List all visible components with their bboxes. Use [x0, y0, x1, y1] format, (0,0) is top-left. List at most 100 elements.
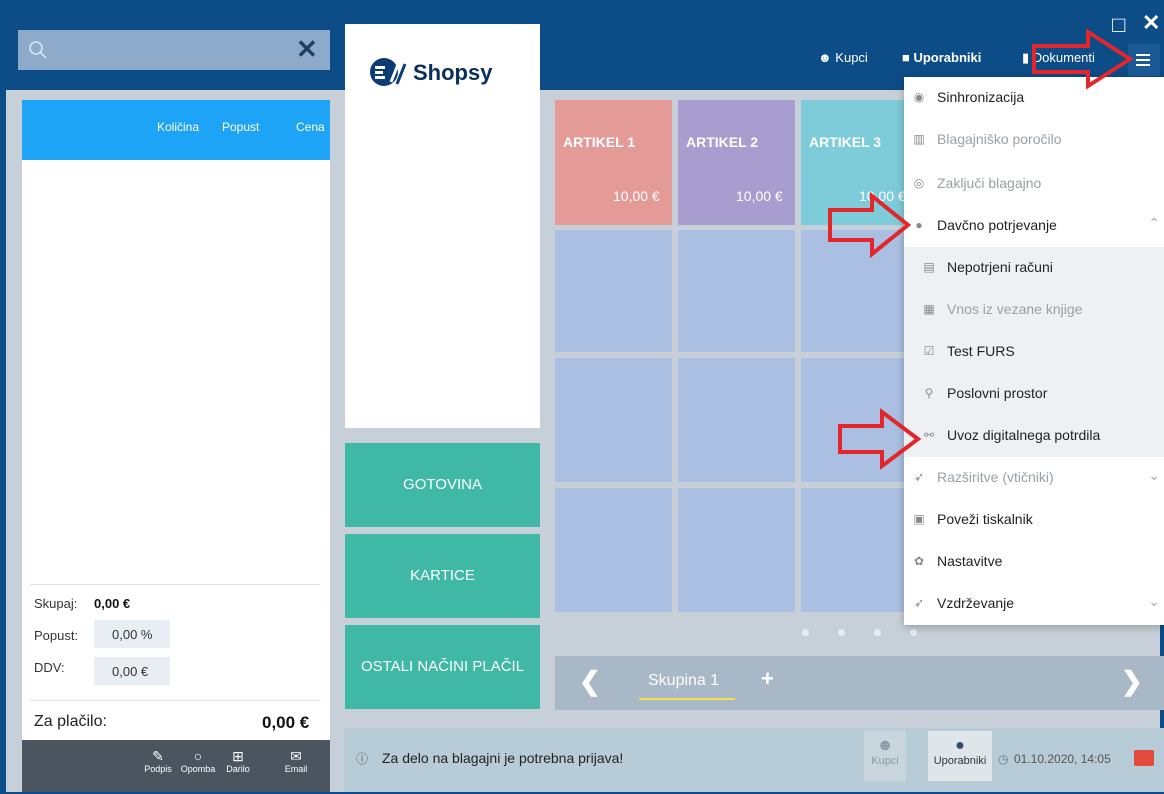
customers-nav[interactable]: ☻ Kupci — [818, 50, 868, 65]
chevron-right-icon[interactable]: ❯ — [1121, 666, 1143, 697]
page-dot[interactable] — [802, 629, 809, 636]
annotation-arrow — [838, 408, 922, 470]
article-name: ARTIKEL 2 — [686, 134, 759, 150]
menu-item-label: Zaključi blagajno — [937, 175, 1042, 191]
clock-icon: ◷ — [998, 752, 1009, 766]
column-quantity: Količina — [157, 120, 200, 134]
users-nav-label: Uporabniki — [913, 50, 982, 65]
close-icon[interactable]: ✕ — [1142, 12, 1160, 34]
note-button[interactable]: ○ Opomba — [178, 748, 218, 774]
cash-button[interactable]: GOTOVINA — [345, 443, 540, 527]
menu-item-settings[interactable]: ✿ Nastavitve — [904, 541, 1164, 583]
page-dot[interactable] — [910, 629, 917, 636]
shopsy-logo-icon — [370, 58, 407, 86]
comment-icon: ○ — [193, 748, 203, 764]
signature-button[interactable]: ✎ Podpis — [138, 748, 178, 774]
add-group-button[interactable]: + — [761, 666, 774, 692]
customers-label: Kupci — [871, 755, 899, 767]
location-pin-icon: ⚲ — [924, 386, 934, 400]
invoice-icon: ▤ — [923, 260, 935, 274]
page-dot[interactable] — [874, 629, 881, 636]
discount-label: Popust: — [34, 628, 79, 643]
note-label: Opomba — [180, 764, 216, 774]
user-icon: ■ — [902, 50, 914, 65]
users-button[interactable]: ● Uporabniki — [928, 731, 992, 781]
empty-tile[interactable] — [678, 230, 795, 352]
cart-panel — [22, 100, 330, 740]
status-message: Za delo na blagajni je potrebna prijava! — [382, 750, 624, 766]
menu-item-import-certificate[interactable]: ⚯ Uvoz digitalnega potrdila — [904, 415, 1164, 457]
email-label: Email — [284, 764, 308, 774]
group-navigation: ❮ Skupina 1 + ❯ — [555, 656, 1164, 710]
datetime: 01.10.2020, 14:05 — [1014, 752, 1111, 766]
vat-value: 0,00 € — [94, 657, 170, 685]
search-input[interactable]: ✕ — [18, 30, 330, 70]
cart-actions-bar: ✎ Podpis ○ Opomba ⊞ Darilo ✉ Email — [22, 740, 330, 792]
chevron-left-icon[interactable]: ❮ — [579, 666, 601, 697]
gear-icon: ✿ — [913, 554, 925, 568]
column-discount: Popust — [222, 120, 260, 134]
menu-item-close-register[interactable]: ◎ Zaključi blagajno — [904, 163, 1164, 205]
pencil-icon: ✎ — [152, 748, 164, 764]
envelope-icon: ✉ — [290, 748, 302, 764]
user-icon: ● — [955, 737, 965, 754]
users-nav[interactable]: ■ Uporabniki — [902, 50, 981, 65]
menu-item-label: Test FURS — [947, 343, 1015, 359]
menu-item-fiscal-verification[interactable]: ● Davčno potrjevanje ⌃ — [904, 205, 1164, 247]
empty-tile[interactable] — [678, 358, 795, 482]
menu-item-bound-book-entry[interactable]: ▦ Vnos iz vezane knjige — [904, 289, 1164, 331]
article-tile[interactable]: ARTIKEL 1 10,00 € — [555, 100, 672, 225]
users-label: Uporabniki — [933, 755, 987, 767]
brand-logo-panel: Shopsy — [345, 24, 540, 428]
other-payments-button[interactable]: OSTALI NAČINI PLAČIL — [345, 625, 540, 709]
menu-item-unverified-invoices[interactable]: ▤ Nepotrjeni računi — [904, 247, 1164, 289]
menu-item-extensions[interactable]: ➶ Razširitve (vtičniki) ⌄ — [904, 457, 1164, 499]
subtotal-value: 0,00 € — [94, 596, 131, 611]
empty-tile[interactable] — [801, 488, 918, 612]
menu-item-label: Poveži tiskalnik — [937, 511, 1033, 527]
clear-search-icon[interactable]: ✕ — [296, 36, 318, 62]
chevron-down-icon: ⌄ — [1148, 593, 1160, 609]
customers-icon: ☻ — [818, 50, 836, 65]
alert-icon[interactable] — [1134, 750, 1154, 766]
annotation-arrow — [1032, 28, 1134, 90]
subtotal-label: Skupaj: — [34, 596, 78, 611]
menu-item-test-furs[interactable]: ☑ Test FURS — [904, 331, 1164, 373]
menu-item-cash-report[interactable]: ▥ Blagajniško poročilo — [904, 119, 1164, 161]
article-name: ARTIKEL 1 — [563, 134, 636, 150]
email-button[interactable]: ✉ Email — [276, 748, 316, 774]
menu-item-maintenance[interactable]: ➶ Vzdrževanje ⌄ — [904, 583, 1164, 625]
close-register-icon: ◎ — [913, 176, 925, 190]
info-icon: ⓘ — [356, 752, 369, 766]
annotation-arrow — [828, 192, 912, 258]
divider — [30, 700, 320, 701]
article-price: 10,00 € — [736, 188, 783, 204]
menu-item-business-premises[interactable]: ⚲ Poslovni prostor — [904, 373, 1164, 415]
printer-icon: ▣ — [913, 512, 925, 526]
menu-item-label: Nepotrjeni računi — [947, 259, 1053, 275]
menu-item-connect-printer[interactable]: ▣ Poveži tiskalnik — [904, 499, 1164, 541]
gift-button[interactable]: ⊞ Darilo — [218, 748, 258, 774]
article-tile[interactable]: ARTIKEL 2 10,00 € — [678, 100, 795, 225]
page-dot[interactable] — [838, 629, 845, 636]
discount-field[interactable]: 0,00 % — [94, 620, 170, 648]
empty-tile[interactable] — [678, 488, 795, 612]
article-name: ARTIKEL 3 — [809, 134, 882, 150]
chevron-up-icon: ⌃ — [1148, 215, 1160, 231]
column-price: Cena — [296, 120, 325, 134]
cards-button[interactable]: KARTICE — [345, 534, 540, 618]
search-icon — [29, 41, 47, 59]
certificate-icon: ⚯ — [923, 428, 935, 442]
group-tab[interactable]: Skupina 1 — [648, 672, 719, 690]
active-tab-underline — [639, 698, 735, 700]
menu-item-label: Uvoz digitalnega potrdila — [947, 427, 1101, 443]
customers-button[interactable]: ☻ Kupci — [864, 731, 906, 781]
plugin-icon: ➶ — [913, 470, 925, 484]
customers-icon: ☻ — [876, 737, 894, 754]
gift-label: Darilo — [226, 764, 250, 774]
divider — [30, 584, 320, 585]
empty-tile[interactable] — [555, 488, 672, 612]
empty-tile[interactable] — [555, 230, 672, 352]
main-menu: ◉ Sinhronizacija ▥ Blagajniško poročilo ◎ Z… — [904, 77, 1164, 625]
empty-tile[interactable] — [555, 358, 672, 482]
